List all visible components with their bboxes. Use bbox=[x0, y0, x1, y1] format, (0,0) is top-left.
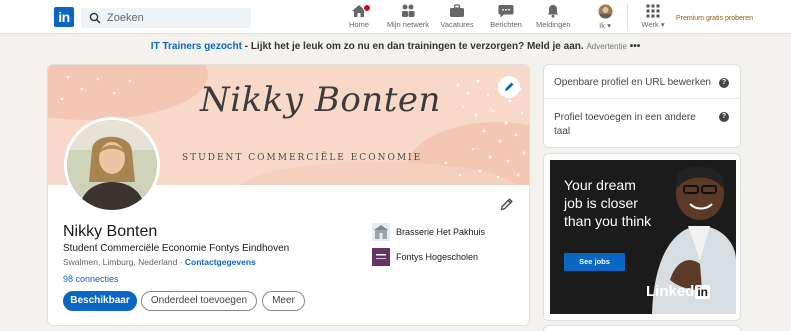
profile-settings-card: Openbare profiel en URL bewerken ? Profi… bbox=[543, 64, 742, 148]
brand-text: Linked bbox=[646, 283, 695, 300]
available-button[interactable]: Beschikbaar bbox=[63, 291, 137, 311]
brasserie-logo-icon bbox=[372, 223, 390, 241]
banner-name-text: Nikky Bonten bbox=[200, 80, 441, 120]
pencil-icon bbox=[500, 198, 513, 211]
location-separator: · bbox=[177, 257, 185, 267]
bell-icon bbox=[547, 5, 559, 18]
nav-me-label: Ik ▾ bbox=[599, 21, 611, 30]
notification-badge bbox=[363, 4, 371, 12]
ad-headline: Your dream job is closer than you think bbox=[564, 177, 652, 229]
nav-network[interactable]: Mijn netwerk bbox=[386, 4, 430, 32]
linkedin-brand-logo: Linked in bbox=[646, 283, 711, 300]
help-icon[interactable]: ? bbox=[719, 112, 729, 122]
nav-work[interactable]: Werk ▾ bbox=[639, 4, 667, 32]
nav-jobs[interactable]: Vacatures bbox=[440, 4, 474, 32]
search-input[interactable] bbox=[107, 10, 247, 26]
nav-home-label: Home bbox=[348, 20, 369, 29]
add-section-button[interactable]: Onderdeel toevoegen bbox=[141, 291, 257, 311]
profile-headline: Student Commerciële Economie Fontys Eind… bbox=[63, 243, 290, 254]
pencil-icon bbox=[505, 82, 514, 91]
org-name: Brasserie Het Pakhuis bbox=[396, 227, 486, 237]
banner-subtitle: STUDENT COMMERCIËLE ECONOMIE bbox=[182, 153, 423, 163]
nav-divider bbox=[627, 4, 628, 30]
premium-link[interactable]: Premium gratis proberen bbox=[676, 15, 753, 22]
profile-card: Nikky Bonten STUDENT COMMERCIËLE ECONOMI… bbox=[47, 64, 530, 326]
contact-info-link[interactable]: Contactgegevens bbox=[185, 257, 256, 267]
connections-link[interactable]: 98 connecties bbox=[63, 274, 119, 284]
edit-public-profile-link[interactable]: Openbare profiel en URL bewerken bbox=[554, 76, 719, 90]
nav-network-label: Mijn netwerk bbox=[386, 20, 430, 29]
edit-banner-button[interactable] bbox=[498, 76, 520, 98]
briefcase-icon bbox=[450, 4, 464, 17]
add-language-profile-link[interactable]: Profiel toevoegen in een andere taal bbox=[554, 111, 709, 139]
nav-notifications[interactable]: Meldingen bbox=[536, 4, 571, 32]
ad-image: Your dream job is closer than you think … bbox=[550, 160, 736, 314]
ad-link[interactable]: IT Trainers gezocht bbox=[151, 41, 242, 52]
next-sidebar-card bbox=[543, 325, 741, 331]
ad-text[interactable]: - Lijkt het je leuk om zo nu en dan trai… bbox=[242, 41, 584, 52]
nav-work-label: Werk ▾ bbox=[641, 20, 665, 29]
network-icon bbox=[402, 4, 415, 17]
nav-jobs-label: Vacatures bbox=[440, 20, 474, 29]
avatar-icon bbox=[598, 4, 612, 19]
nav-messaging-label: Berichten bbox=[490, 20, 522, 29]
message-icon bbox=[498, 5, 514, 18]
nav-messaging[interactable]: Berichten bbox=[490, 4, 522, 32]
profile-location: Swalmen, Limburg, Nederland bbox=[63, 257, 178, 267]
nav-me[interactable]: Ik ▾ bbox=[593, 4, 617, 32]
nav-home[interactable]: Home bbox=[347, 4, 371, 32]
ad-tag: Advertentie bbox=[586, 42, 627, 51]
profile-name: Nikky Bonten bbox=[63, 223, 158, 240]
ad-more-icon[interactable]: ••• bbox=[630, 41, 641, 52]
profile-photo-image bbox=[67, 120, 157, 210]
edit-intro-button[interactable] bbox=[499, 196, 515, 212]
help-icon[interactable]: ? bbox=[719, 78, 729, 88]
search-icon bbox=[89, 12, 101, 24]
profile-photo[interactable] bbox=[64, 117, 160, 213]
text-advertisement: IT Trainers gezocht - Lijkt het je leuk … bbox=[0, 41, 791, 52]
profile-location-line: Swalmen, Limburg, Nederland · Contactgeg… bbox=[63, 257, 256, 267]
linkedin-ad-card[interactable]: Your dream job is closer than you think … bbox=[543, 153, 741, 321]
top-navigation: in Home Mijn netwerk Vacatures bbox=[0, 0, 791, 34]
brand-in-box: in bbox=[695, 285, 711, 299]
nav-notifications-label: Meldingen bbox=[536, 20, 571, 29]
search-box[interactable] bbox=[81, 8, 251, 28]
org-name: Fontys Hogescholen bbox=[396, 252, 479, 262]
grid-icon bbox=[646, 4, 660, 18]
see-jobs-button[interactable]: See jobs bbox=[564, 253, 625, 271]
more-button[interactable]: Meer bbox=[262, 291, 305, 311]
fontys-logo-icon bbox=[372, 248, 390, 266]
divider bbox=[544, 98, 742, 99]
linkedin-logo[interactable]: in bbox=[54, 7, 74, 27]
